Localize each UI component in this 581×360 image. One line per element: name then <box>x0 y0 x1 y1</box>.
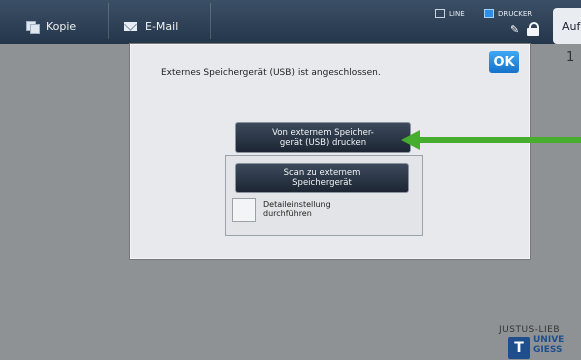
scan-to-usb-label: Scan zu externem Speichergerät <box>283 168 361 188</box>
logo-text-line1: JUSTUS-LIEB <box>499 325 561 335</box>
lock-icon[interactable] <box>526 22 540 36</box>
tab-email-label: E-Mail <box>145 19 179 33</box>
mail-icon <box>124 21 137 31</box>
screen: Kopie E-Mail LINE DRUCKER ✎ Auf 1 Extern… <box>0 0 581 360</box>
university-logo-icon: T <box>508 337 530 359</box>
detail-settings-label: Detaileinstellung durchführen <box>263 200 331 218</box>
copy-icon <box>26 21 40 34</box>
line-status-icon <box>435 9 445 18</box>
ok-button[interactable]: OK <box>489 51 519 73</box>
green-arrow-icon <box>401 130 420 150</box>
print-from-usb-label: Von externem Speicher- gerät (USB) druck… <box>272 127 374 148</box>
printer-indicator: DRUCKER <box>484 9 532 18</box>
logo-text-univ: UNIVE <box>533 335 565 345</box>
usb-dialog: Externes Speichergerät (USB) ist angesch… <box>130 44 530 259</box>
green-arrow-shaft <box>418 137 581 143</box>
dialog-message: Externes Speichergerät (USB) ist angesch… <box>161 68 381 78</box>
scan-to-usb-button[interactable]: Scan zu externem Speichergerät <box>235 163 409 193</box>
line-label: LINE <box>449 9 465 18</box>
line-indicator: LINE <box>435 9 465 18</box>
logo-text-line2: UNIVE GIESS <box>533 335 564 355</box>
scan-group: Scan zu externem Speichergerät Detailein… <box>225 155 423 236</box>
top-bar: Kopie E-Mail LINE DRUCKER ✎ Auf <box>0 0 581 44</box>
side-number: 1 <box>566 50 575 65</box>
wrench-icon[interactable]: ✎ <box>510 24 522 36</box>
tab-email[interactable]: E-Mail <box>124 16 178 36</box>
tab-kopie[interactable]: Kopie <box>26 16 76 36</box>
tab-divider <box>108 3 109 39</box>
tab-divider <box>210 3 211 39</box>
logo-text-giess: GIESS <box>533 345 563 355</box>
tab-kopie-label: Kopie <box>46 19 77 33</box>
print-from-usb-button[interactable]: Von externem Speicher- gerät (USB) druck… <box>235 122 411 153</box>
printer-label: DRUCKER <box>498 9 533 18</box>
printer-status-icon <box>484 9 494 18</box>
job-status-button[interactable]: Auf <box>553 8 581 44</box>
detail-settings-checkbox[interactable] <box>232 198 256 222</box>
